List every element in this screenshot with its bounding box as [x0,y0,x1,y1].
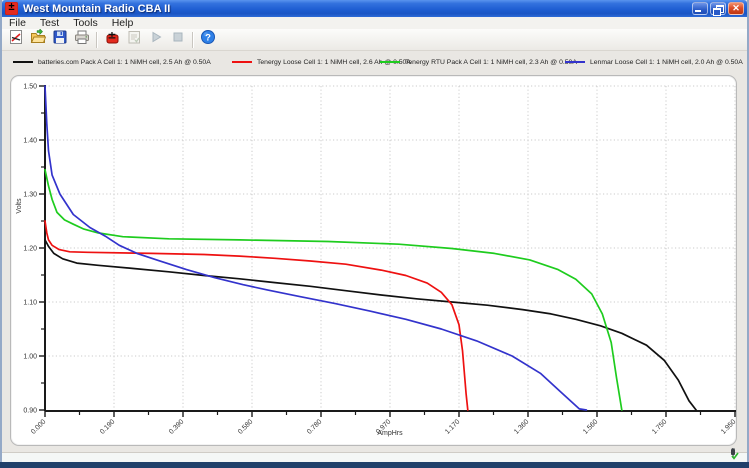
menu-file[interactable]: File [2,17,33,29]
svg-text:1.10: 1.10 [23,300,37,307]
svg-text:1.750: 1.750 [651,418,668,435]
series-curve [45,240,696,410]
svg-text:AmpHrs: AmpHrs [377,430,403,437]
menubar: FileTestToolsHelp [2,17,747,29]
close-icon: ✕ [729,3,743,14]
svg-text:1.560: 1.560 [582,418,599,435]
menu-help[interactable]: Help [105,17,141,29]
stop-test-icon [170,29,186,50]
chart-panel: 0.0000.1900.3900.5800.7800.9701.1701.360… [10,75,737,446]
toolbar: ±? [2,29,747,51]
app-icon: ± [5,2,18,15]
series-curve [45,221,468,410]
svg-text:1.20: 1.20 [23,246,37,253]
restore-button[interactable] [710,2,726,15]
statusbar [2,453,747,462]
toolbar-separator [96,32,98,48]
close-button[interactable]: ✕ [728,2,744,15]
legend-swatch [380,61,400,63]
new-graph-button[interactable] [5,30,27,50]
legend-item: Lenmar Loose Cell 1: 1 NiMH cell, 2.0 Ah… [565,56,743,68]
menu-test[interactable]: Test [33,17,66,29]
svg-text:±: ± [107,29,116,42]
help-icon: ? [200,29,216,50]
svg-text:1.170: 1.170 [444,418,461,435]
svg-text:0.000: 0.000 [30,418,47,435]
legend-label: Lenmar Loose Cell 1: 1 NiMH cell, 2.0 Ah… [590,59,743,66]
svg-text:?: ? [205,33,211,44]
window-bottom-border [0,462,749,468]
svg-text:1.950: 1.950 [720,418,736,435]
svg-text:Volts: Volts [16,198,23,214]
svg-text:0.780: 0.780 [306,418,323,435]
legend-swatch [565,61,585,63]
legend-label: batteries.com Pack A Cell 1: 1 NiMH cell… [38,59,211,66]
svg-text:0.90: 0.90 [23,408,37,415]
content-area: batteries.com Pack A Cell 1: 1 NiMH cell… [2,51,747,452]
window-controls: ✕ [692,2,744,15]
print-icon [74,29,90,50]
svg-text:1.30: 1.30 [23,192,37,199]
legend-label: Tenergy RTU Pack A Cell 1: 1 NiMH cell, … [405,59,577,66]
legend-swatch [232,61,252,63]
legend-item: Tenergy RTU Pack A Cell 1: 1 NiMH cell, … [380,56,577,68]
app-window: ± West Mountain Radio CBA II ✕ FileTestT… [0,0,749,468]
menu-tools[interactable]: Tools [66,17,105,29]
svg-text:1.360: 1.360 [513,418,530,435]
open-file-icon [30,29,46,50]
legend-swatch [13,61,33,63]
cba-device-button[interactable]: ± [101,30,123,50]
new-graph-icon [8,29,24,50]
svg-text:0.390: 0.390 [168,418,185,435]
cba-device-icon: ± [104,29,120,50]
test-notes-icon [126,29,142,50]
minimize-button[interactable] [692,2,708,15]
print-button[interactable] [71,30,93,50]
help-button[interactable]: ? [197,30,219,50]
start-test-icon [148,29,164,50]
open-file-button[interactable] [27,30,49,50]
toolbar-separator [192,32,194,48]
start-test-button [145,30,167,50]
svg-text:1.00: 1.00 [23,354,37,361]
svg-text:0.580: 0.580 [237,418,254,435]
svg-text:1.40: 1.40 [23,138,37,145]
save-icon [52,29,68,50]
discharge-chart: 0.0000.1900.3900.5800.7800.9701.1701.360… [11,76,736,445]
svg-text:0.190: 0.190 [99,418,116,435]
stop-test-button [167,30,189,50]
legend-item: batteries.com Pack A Cell 1: 1 NiMH cell… [13,56,211,68]
test-notes-button [123,30,145,50]
save-button[interactable] [49,30,71,50]
titlebar: ± West Mountain Radio CBA II ✕ [2,0,747,17]
svg-text:1.50: 1.50 [23,84,37,91]
window-title: West Mountain Radio CBA II [23,3,692,15]
